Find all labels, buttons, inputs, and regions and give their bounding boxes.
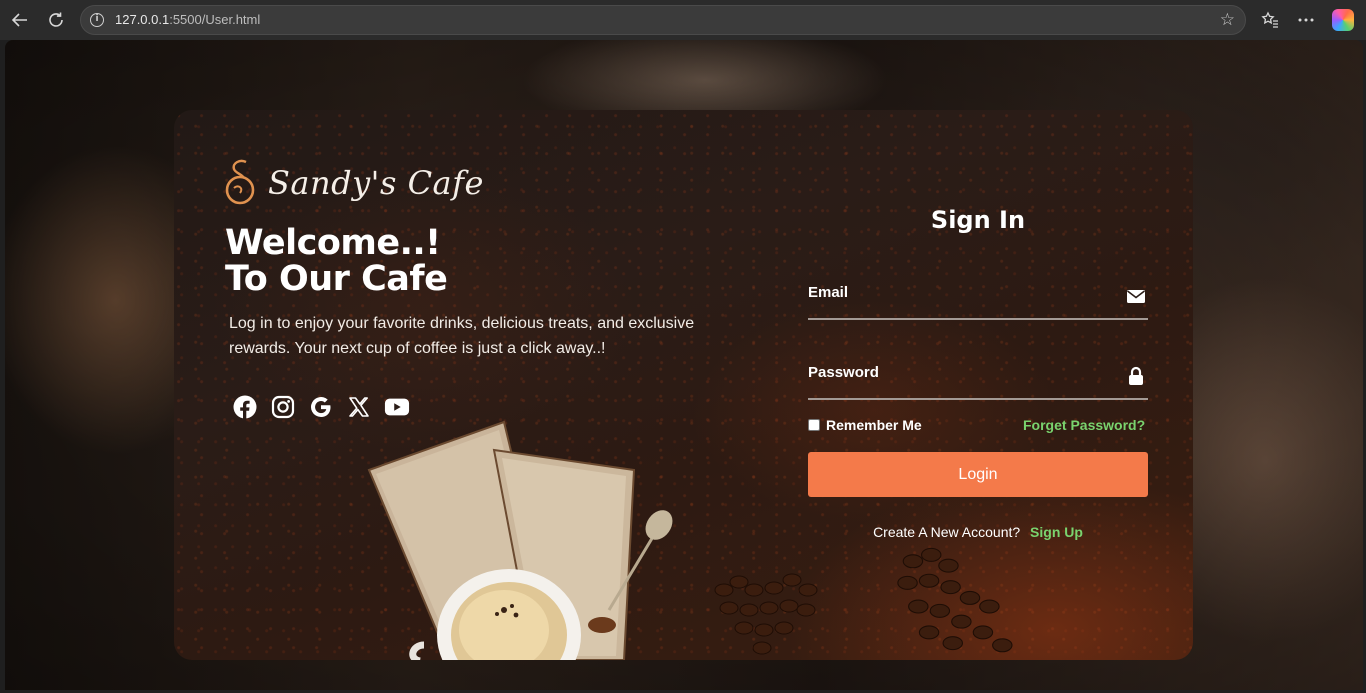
create-account-prompt: Create A New Account?: [873, 524, 1021, 540]
site-info-icon[interactable]: i: [90, 13, 104, 27]
reload-icon[interactable]: [44, 8, 68, 32]
copilot-icon[interactable]: [1332, 9, 1354, 31]
browser-toolbar: i 127.0.0.1:5500/User.html ☆: [0, 0, 1366, 40]
coffee-beans-heart-2: [897, 547, 1013, 653]
login-button[interactable]: Login: [808, 452, 1148, 497]
url-text[interactable]: 127.0.0.1:5500/User.html: [115, 12, 260, 27]
login-card: Sandy's Cafe Welcome..! To Our Cafe Log …: [174, 110, 1193, 660]
url-host: 127.0.0.1: [115, 12, 170, 27]
email-input[interactable]: [808, 276, 1148, 318]
sign-up-link[interactable]: Sign Up: [1030, 524, 1083, 540]
facebook-icon[interactable]: [232, 394, 258, 420]
cafe-swirl-logo: [225, 159, 255, 205]
sign-in-title: Sign In: [930, 206, 1026, 234]
password-field[interactable]: Password: [808, 356, 1148, 400]
favorite-star-icon[interactable]: ☆: [1220, 11, 1235, 29]
create-account-row: Create A New Account? Sign Up: [808, 524, 1148, 540]
email-field[interactable]: Email: [808, 276, 1148, 320]
coffee-beans-heart-1: [714, 573, 818, 655]
back-arrow-icon[interactable]: [8, 8, 32, 32]
welcome-line-2: To Our Cafe: [225, 259, 448, 299]
page-background: Sandy's Cafe Welcome..! To Our Cafe Log …: [5, 40, 1363, 690]
tagline: Log in to enjoy your favorite drinks, de…: [229, 315, 695, 357]
url-path: :5500/User.html: [169, 12, 261, 27]
more-menu-icon[interactable]: [1294, 8, 1318, 32]
remember-me-label: Remember Me: [826, 417, 922, 433]
brand-name: Sandy's Cafe: [268, 164, 484, 202]
remember-me-checkbox[interactable]: [808, 419, 820, 431]
favorites-icon[interactable]: [1258, 8, 1282, 32]
welcome-line-1: Welcome..!: [225, 223, 441, 263]
remember-me[interactable]: Remember Me: [808, 417, 922, 433]
coffee-illustration: [367, 420, 673, 660]
google-icon[interactable]: [308, 394, 334, 420]
address-bar[interactable]: i 127.0.0.1:5500/User.html ☆: [80, 5, 1246, 35]
forget-password-link[interactable]: Forget Password?: [1023, 417, 1145, 433]
password-input[interactable]: [808, 356, 1148, 398]
welcome-heading: Welcome..! To Our Cafe: [225, 223, 448, 299]
instagram-icon[interactable]: [270, 394, 296, 420]
brand: Sandy's Cafe: [222, 158, 484, 208]
